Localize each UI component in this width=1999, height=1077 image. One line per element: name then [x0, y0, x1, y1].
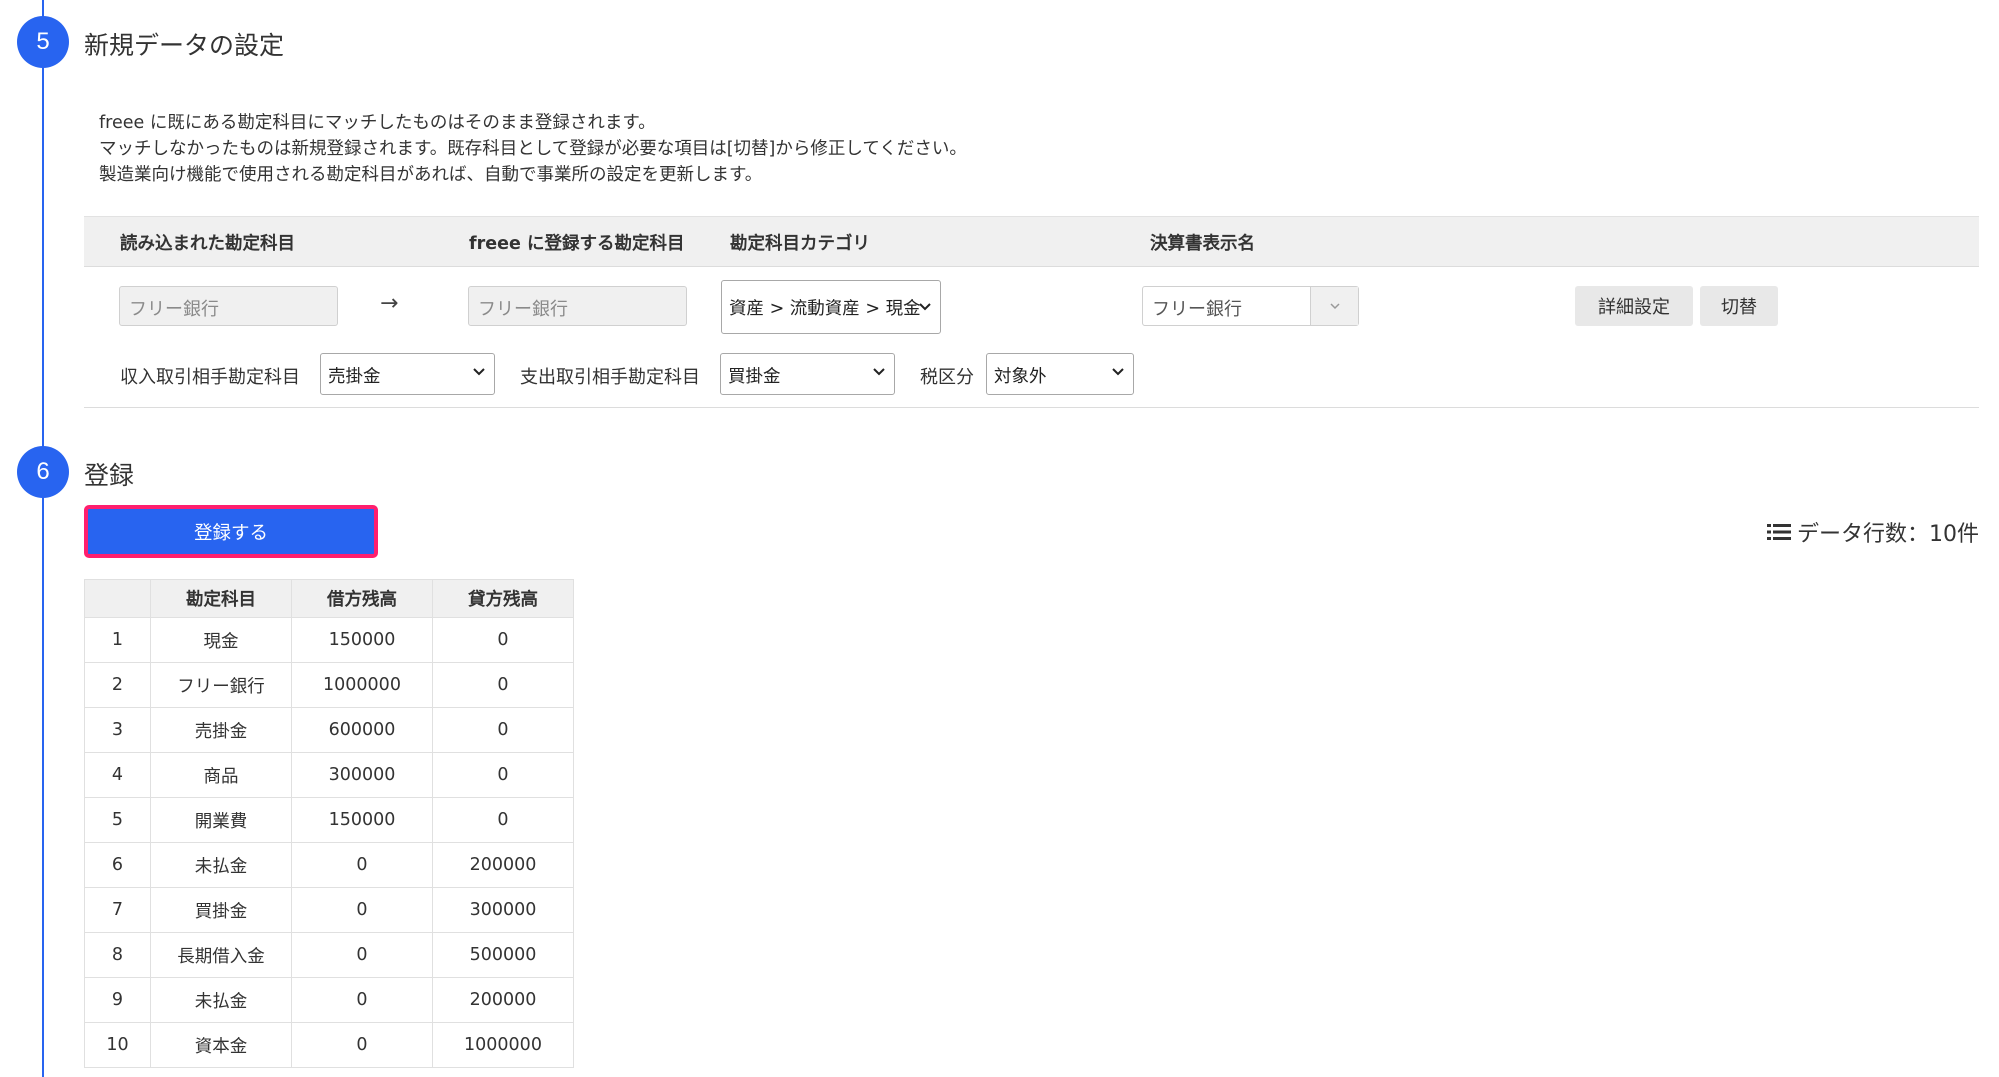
row-account: 商品 — [150, 752, 292, 798]
arrow-right-icon: → — [380, 291, 399, 316]
header-debit-balance: 借方残高 — [291, 579, 433, 618]
row-index: 7 — [84, 887, 151, 933]
step-5-badge: 5 — [17, 16, 69, 68]
row-account: フリー銀行 — [150, 662, 292, 708]
row-credit: 1000000 — [432, 1022, 574, 1068]
table-header-row: 勘定科目 借方残高 貸方残高 — [84, 579, 574, 618]
row-index: 1 — [84, 617, 151, 663]
row-credit: 500000 — [432, 932, 574, 978]
description-line-1: freee に既にある勘定科目にマッチしたものはそのまま登録されます。 — [99, 113, 656, 133]
table-row: 7 買掛金 0 300000 — [84, 887, 574, 933]
row-account: 現金 — [150, 617, 292, 663]
row-index: 5 — [84, 797, 151, 843]
table-row: 10 資本金 0 1000000 — [84, 1022, 574, 1068]
row-debit: 0 — [291, 887, 433, 933]
row-debit: 0 — [291, 1022, 433, 1068]
header-statement-name: 決算書表示名 — [1150, 234, 1255, 254]
expense-account-label: 支出取引相手勘定科目 — [520, 367, 700, 388]
row-account: 長期借入金 — [150, 932, 292, 978]
row-index: 10 — [84, 1022, 151, 1068]
account-category-value: 資産 > 流動資産 > 現金 — [729, 299, 921, 319]
row-account: 未払金 — [150, 842, 292, 888]
row-account: 未払金 — [150, 977, 292, 1023]
income-account-select[interactable]: 売掛金 — [320, 353, 495, 395]
tax-category-label: 税区分 — [920, 367, 974, 388]
row-count-text: データ行数：10件 — [1797, 522, 1979, 547]
row-index: 9 — [84, 977, 151, 1023]
row-debit: 0 — [291, 842, 433, 888]
expense-account-value: 買掛金 — [728, 367, 781, 387]
list-icon — [1767, 524, 1791, 540]
mapping-row: フリー銀行 → フリー銀行 資産 > 流動資産 > 現金 フリー銀行 詳細設定 … — [84, 267, 1979, 408]
header-imported-account: 読み込まれた勘定科目 — [120, 234, 295, 254]
chevron-down-icon — [873, 368, 885, 376]
income-account-label: 収入取引相手勘定科目 — [120, 367, 300, 388]
statement-name-value: フリー銀行 — [1152, 299, 1242, 320]
row-credit: 0 — [432, 617, 574, 663]
row-account: 資本金 — [150, 1022, 292, 1068]
row-credit: 0 — [432, 707, 574, 753]
mapping-table-header: 読み込まれた勘定科目 freee に登録する勘定科目 勘定科目カテゴリ 決算書表… — [84, 216, 1979, 267]
table-row: 2 フリー銀行 1000000 0 — [84, 662, 574, 708]
row-account: 買掛金 — [150, 887, 292, 933]
row-credit: 0 — [432, 752, 574, 798]
row-index: 2 — [84, 662, 151, 708]
timeline-line — [42, 0, 44, 1077]
tax-category-select[interactable]: 対象外 — [986, 353, 1134, 395]
table-row: 4 商品 300000 0 — [84, 752, 574, 798]
table-row: 9 未払金 0 200000 — [84, 977, 574, 1023]
account-category-select[interactable]: 資産 > 流動資産 > 現金 — [721, 280, 941, 334]
row-credit: 300000 — [432, 887, 574, 933]
row-account: 開業費 — [150, 797, 292, 843]
row-account: 売掛金 — [150, 707, 292, 753]
row-debit: 300000 — [291, 752, 433, 798]
header-freee-account: freee に登録する勘定科目 — [469, 234, 685, 254]
step-6-badge: 6 — [17, 446, 69, 498]
row-debit: 150000 — [291, 797, 433, 843]
row-credit: 200000 — [432, 977, 574, 1023]
income-account-value: 売掛金 — [328, 367, 381, 387]
header-account: 勘定科目 — [150, 579, 292, 618]
table-row: 1 現金 150000 0 — [84, 617, 574, 663]
tax-category-value: 対象外 — [994, 367, 1047, 387]
description-line-3: 製造業向け機能で使用される勘定科目があれば、自動で事業所の設定を更新します。 — [99, 165, 763, 185]
statement-name-dropdown-button[interactable] — [1310, 287, 1358, 325]
row-index: 8 — [84, 932, 151, 978]
description-line-2: マッチしなかったものは新規登録されます。既存科目として登録が必要な項目は[切替]… — [99, 139, 967, 159]
table-row: 5 開業費 150000 0 — [84, 797, 574, 843]
step-5-title: 新規データの設定 — [84, 31, 285, 60]
row-index: 4 — [84, 752, 151, 798]
description: freee に既にある勘定科目にマッチしたものはそのまま登録されます。 マッチし… — [99, 110, 967, 188]
row-debit: 150000 — [291, 617, 433, 663]
statement-name-combobox[interactable]: フリー銀行 — [1142, 286, 1359, 326]
imported-account-field: フリー銀行 — [119, 286, 338, 326]
table-row: 3 売掛金 600000 0 — [84, 707, 574, 753]
row-index: 3 — [84, 707, 151, 753]
table-row: 6 未払金 0 200000 — [84, 842, 574, 888]
header-index — [84, 579, 151, 618]
register-button[interactable]: 登録する — [84, 505, 378, 558]
header-account-category: 勘定科目カテゴリ — [730, 234, 870, 254]
chevron-down-icon — [1330, 303, 1340, 310]
header-credit-balance: 貸方残高 — [432, 579, 574, 618]
row-count: データ行数：10件 — [1767, 516, 1979, 548]
preview-table: 勘定科目 借方残高 貸方残高 1 現金 150000 0 2 フリー銀行 1000000 0… — [84, 579, 574, 1068]
freee-account-field: フリー銀行 — [468, 286, 687, 326]
row-credit: 0 — [432, 797, 574, 843]
switch-button[interactable]: 切替 — [1700, 286, 1778, 326]
table-row: 8 長期借入金 0 500000 — [84, 932, 574, 978]
row-debit: 0 — [291, 932, 433, 978]
step-6-title: 登録 — [84, 461, 135, 490]
row-debit: 0 — [291, 977, 433, 1023]
expense-account-select[interactable]: 買掛金 — [720, 353, 895, 395]
detail-settings-button[interactable]: 詳細設定 — [1575, 286, 1693, 326]
row-credit: 0 — [432, 662, 574, 708]
chevron-down-icon — [473, 368, 485, 376]
row-debit: 1000000 — [291, 662, 433, 708]
chevron-down-icon — [1112, 368, 1124, 376]
row-debit: 600000 — [291, 707, 433, 753]
row-credit: 200000 — [432, 842, 574, 888]
row-index: 6 — [84, 842, 151, 888]
chevron-down-icon — [919, 303, 931, 311]
